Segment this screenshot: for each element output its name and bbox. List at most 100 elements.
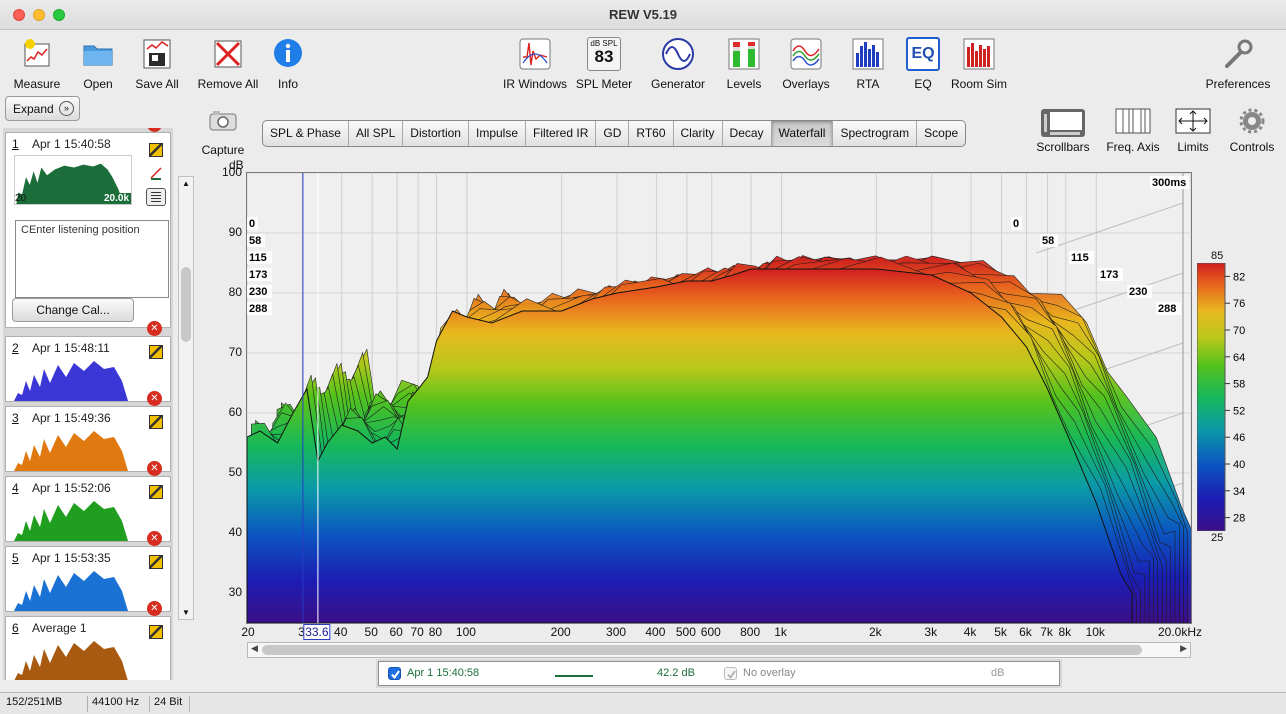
- measurement-date: Apr 1 15:40:58: [32, 137, 111, 151]
- capture-button[interactable]: Capture: [200, 110, 246, 157]
- controls-button[interactable]: Controls: [1226, 108, 1278, 156]
- overlay-checkbox[interactable]: [724, 667, 737, 680]
- measurement-card-6[interactable]: 6 Average 1 ✕: [5, 601, 171, 680]
- measurement-thumbnail: [14, 567, 132, 611]
- tab-decay[interactable]: Decay: [723, 121, 772, 146]
- levels-button[interactable]: Levels: [718, 37, 770, 91]
- legend-checkbox[interactable]: [388, 667, 401, 680]
- scroll-right-icon[interactable]: ▶: [1180, 643, 1187, 654]
- remove-measurement-1-icon[interactable]: ✕: [147, 128, 162, 132]
- tab-scope[interactable]: Scope: [917, 121, 965, 146]
- measurement-date: Apr 1 15:52:06: [32, 481, 111, 495]
- save-all-button[interactable]: Save All: [130, 37, 184, 91]
- limits-icon: [1175, 108, 1211, 134]
- tab-filtered-ir[interactable]: Filtered IR: [526, 121, 597, 146]
- remove-all-button[interactable]: Remove All: [196, 37, 260, 91]
- svg-text:300ms: 300ms: [1152, 177, 1186, 189]
- graph-tabs: SPL & Phase All SPL Distortion Impulse Filte…: [262, 120, 967, 147]
- measurement-number: 4: [12, 481, 19, 495]
- measurement-card-4[interactable]: 4 Apr 1 15:52:06 ✕: [5, 461, 171, 542]
- measurements-scrollbar[interactable]: ▲ ▼: [178, 176, 194, 620]
- scrollbar-thumb[interactable]: [181, 267, 191, 342]
- scroll-up-icon[interactable]: ▲: [182, 179, 190, 188]
- measurement-date: Apr 1 15:49:36: [32, 411, 111, 425]
- measure-button[interactable]: Measure: [8, 37, 66, 91]
- tab-clarity[interactable]: Clarity: [674, 121, 723, 146]
- limits-label: Limits: [1177, 140, 1209, 154]
- tab-rt60[interactable]: RT60: [629, 121, 674, 146]
- rta-button[interactable]: RTA: [842, 37, 894, 91]
- line-color-icon[interactable]: [149, 166, 163, 180]
- time-slice-label-right: 0: [1011, 217, 1022, 230]
- overlays-icon: [790, 38, 822, 70]
- tab-spl-phase[interactable]: SPL & Phase: [263, 121, 349, 146]
- scroll-down-icon[interactable]: ▼: [182, 608, 190, 617]
- open-button[interactable]: Open: [70, 37, 126, 91]
- calibration-icon[interactable]: [149, 485, 163, 499]
- measure-icon: [24, 39, 50, 67]
- spl-meter-icon: dB SPL 83: [587, 37, 621, 71]
- measurement-date: Apr 1 15:48:11: [32, 341, 110, 355]
- scrollbars-button[interactable]: Scrollbars: [1034, 108, 1092, 156]
- preferences-button[interactable]: Preferences: [1202, 37, 1274, 91]
- tab-all-spl[interactable]: All SPL: [349, 121, 404, 146]
- window-title: REW V5.19: [609, 7, 677, 22]
- x-tick-label: 40: [334, 625, 348, 639]
- waterfall-chart: 0 0 58 58 115 115 173 173 230 230 288 288 300ms: [247, 173, 1191, 623]
- room-sim-button[interactable]: Room Sim: [948, 37, 1010, 91]
- expand-button[interactable]: Expand »: [5, 96, 80, 121]
- remove-measurement-icon[interactable]: ✕: [147, 601, 162, 616]
- waterfall-front-slice: [247, 268, 1133, 623]
- y-tick-label: 100: [221, 165, 242, 179]
- calibration-icon[interactable]: [149, 345, 163, 359]
- remove-measurement-icon[interactable]: ✕: [147, 461, 162, 476]
- calibration-icon[interactable]: [149, 415, 163, 429]
- rta-label: RTA: [856, 77, 880, 91]
- spl-meter-button[interactable]: dB SPL 83 SPL Meter: [574, 37, 634, 91]
- notes-icon[interactable]: [146, 188, 166, 206]
- open-label: Open: [83, 77, 113, 91]
- frequency-scrollbar[interactable]: ◀ ▶: [247, 642, 1191, 658]
- time-axis-max-label: 300ms: [1150, 176, 1189, 189]
- generator-button[interactable]: Generator: [646, 37, 710, 91]
- tab-distortion[interactable]: Distortion: [403, 121, 469, 146]
- levels-label: Levels: [726, 77, 762, 91]
- svg-text:115: 115: [249, 252, 267, 264]
- tab-gd[interactable]: GD: [596, 121, 630, 146]
- limits-button[interactable]: Limits: [1168, 108, 1218, 156]
- calibration-icon[interactable]: [149, 555, 163, 569]
- eq-button[interactable]: EQ EQ: [898, 37, 948, 91]
- overlays-button[interactable]: Overlays: [776, 37, 836, 91]
- grid-line: [1036, 202, 1184, 254]
- scrollbars-label: Scrollbars: [1036, 140, 1090, 154]
- remove-measurement-icon[interactable]: ✕: [147, 321, 162, 336]
- hscroll-thumb[interactable]: [262, 645, 1142, 655]
- time-slice-label-left: 58: [247, 234, 265, 247]
- tab-impulse[interactable]: Impulse: [469, 121, 527, 146]
- status-bar: 152/251MB 44100 Hz 24 Bit: [0, 692, 1286, 714]
- tab-waterfall[interactable]: Waterfall: [771, 121, 834, 146]
- camera-icon: [209, 111, 237, 131]
- ir-windows-icon: [519, 38, 551, 70]
- x-tick-label: 600: [700, 625, 721, 639]
- measurement-card-5[interactable]: 5 Apr 1 15:53:35 ✕: [5, 531, 171, 612]
- ir-windows-button[interactable]: IR Windows: [502, 37, 568, 91]
- waterfall-plot[interactable]: 0 0 58 58 115 115 173 173 230 230 288 288 300ms: [246, 172, 1192, 624]
- calibration-icon[interactable]: [149, 625, 163, 639]
- y-tick-label: 80: [228, 285, 242, 299]
- calibration-icon[interactable]: [149, 143, 163, 157]
- x-tick-label: 2k: [868, 625, 882, 639]
- tab-spectrogram[interactable]: Spectrogram: [833, 121, 918, 146]
- freq-axis-button[interactable]: Freq. Axis: [1102, 108, 1164, 156]
- colorbar-min-label: 25: [1211, 532, 1224, 544]
- change-cal-button[interactable]: Change Cal...: [12, 298, 134, 322]
- remove-measurement-icon[interactable]: ✕: [147, 531, 162, 546]
- folder-icon: [83, 45, 113, 66]
- x-tick-label: 800: [740, 625, 761, 639]
- remove-measurement-icon[interactable]: ✕: [147, 391, 162, 406]
- measurement-card-3[interactable]: 3 Apr 1 15:49:36 ✕: [5, 391, 171, 472]
- scroll-left-icon[interactable]: ◀: [251, 643, 258, 654]
- measurement-notes[interactable]: CEnter listening position: [15, 220, 169, 298]
- measurement-card-2[interactable]: 2 Apr 1 15:48:11 ✕: [5, 321, 171, 402]
- info-button[interactable]: Info: [264, 37, 312, 91]
